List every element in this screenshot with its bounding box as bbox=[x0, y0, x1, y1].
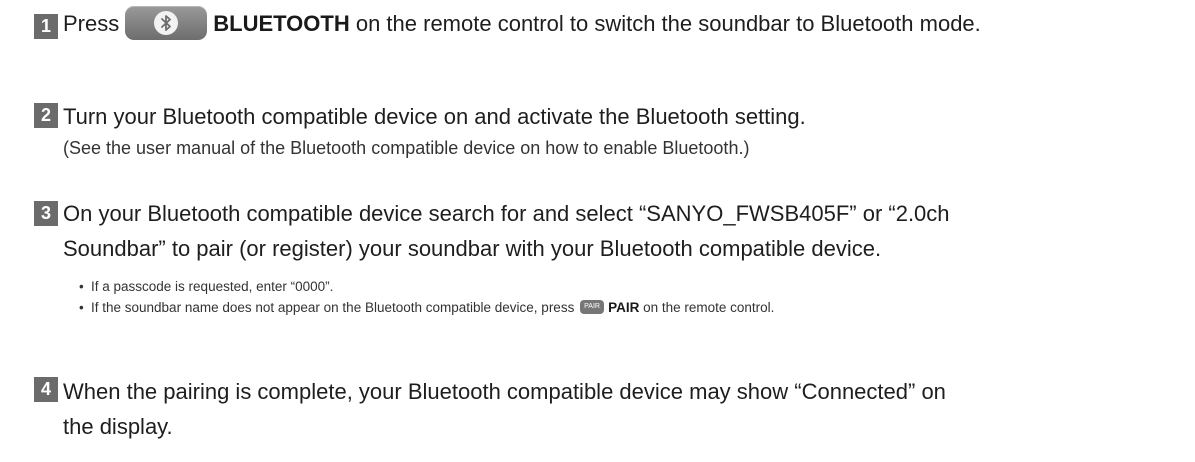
bluetooth-icon bbox=[154, 11, 179, 36]
step-number: 2 bbox=[34, 103, 58, 128]
step-number: 3 bbox=[34, 201, 58, 226]
step-text: Press BLUETOOTH on the remote control to … bbox=[63, 6, 981, 42]
bullet-icon: • bbox=[79, 279, 84, 294]
bullet-text-after: on the remote control. bbox=[639, 300, 775, 315]
list-item: • If the soundbar name does not appear on… bbox=[79, 297, 774, 318]
list-item: • If a passcode is requested, enter “0000… bbox=[79, 276, 774, 297]
bluetooth-button bbox=[125, 6, 208, 41]
bullet-text-before: If the soundbar name does not appear on … bbox=[91, 300, 579, 315]
step-text-line-1: When the pairing is complete, your Bluet… bbox=[63, 379, 946, 404]
bluetooth-label: BLUETOOTH bbox=[213, 11, 350, 36]
step-text: Turn your Bluetooth compatible device on… bbox=[63, 104, 806, 129]
step-text-line-1: On your Bluetooth compatible device sear… bbox=[63, 201, 950, 226]
bullet-text: If a passcode is requested, enter “0000”… bbox=[91, 279, 334, 294]
pair-icon: PAIR bbox=[580, 300, 605, 315]
bullet-icon: • bbox=[79, 300, 84, 315]
step-3-bullets: • If a passcode is requested, enter “0000… bbox=[79, 276, 774, 318]
step-text-line-2: the display. bbox=[63, 414, 173, 439]
step-number: 1 bbox=[34, 14, 58, 39]
step-number: 4 bbox=[34, 377, 58, 402]
step-text-before: Press bbox=[63, 11, 120, 36]
pair-label: PAIR bbox=[608, 300, 640, 315]
step-text-after: on the remote control to switch the soun… bbox=[349, 11, 981, 36]
step-note: (See the user manual of the Bluetooth co… bbox=[63, 138, 750, 158]
step-text-line-2: Soundbar” to pair (or register) your sou… bbox=[63, 236, 882, 261]
